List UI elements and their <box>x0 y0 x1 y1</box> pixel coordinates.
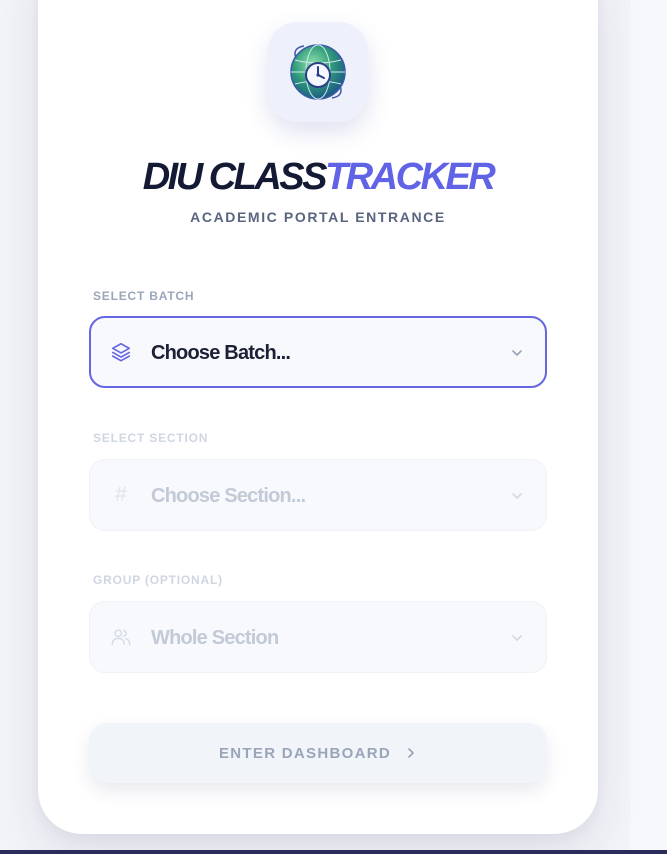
enter-dashboard-button[interactable]: ENTER DASHBOARD <box>89 723 547 783</box>
chevron-down-icon <box>512 635 522 641</box>
section-select-value: Choose Section... <box>151 485 306 507</box>
batch-label: SELECT BATCH <box>93 289 195 303</box>
chevron-right-icon <box>405 747 417 759</box>
batch-select-value: Choose Batch... <box>151 342 291 364</box>
group-select[interactable]: Whole Section <box>89 601 547 673</box>
chevron-down-icon <box>512 493 522 499</box>
chevron-down-icon <box>512 350 522 356</box>
login-card: DIU CLASSTRACKER ACADEMIC PORTAL ENTRANC… <box>38 0 598 834</box>
users-icon <box>110 626 132 648</box>
group-label: GROUP (OPTIONAL) <box>93 573 223 587</box>
app-title: DIU CLASSTRACKER <box>38 155 598 199</box>
layers-icon <box>110 341 132 363</box>
group-select-value: Whole Section <box>151 627 279 649</box>
batch-select[interactable]: Choose Batch... <box>89 316 547 388</box>
page-background-edge <box>630 0 667 854</box>
enter-dashboard-label: ENTER DASHBOARD <box>218 744 391 762</box>
section-select[interactable]: # Choose Section... <box>89 459 547 531</box>
hash-icon: # <box>115 483 127 506</box>
section-label: SELECT SECTION <box>93 431 209 445</box>
bottom-edge-bar <box>0 850 667 854</box>
app-logo <box>268 22 368 122</box>
title-part-1: DIU CLASS <box>142 156 328 198</box>
title-part-2: TRACKER <box>325 156 496 198</box>
app-subtitle: ACADEMIC PORTAL ENTRANCE <box>190 209 446 225</box>
globe-clock-icon <box>290 44 346 100</box>
